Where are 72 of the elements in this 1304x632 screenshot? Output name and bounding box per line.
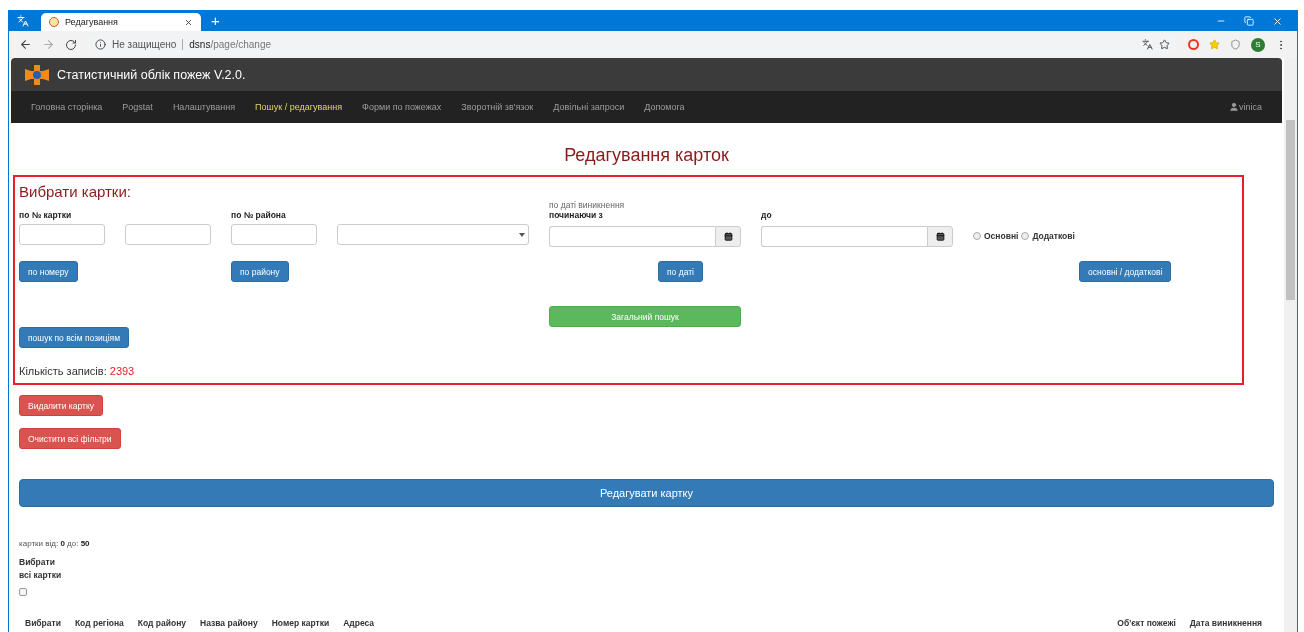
input-field[interactable] [125,224,211,245]
edit-card-button[interactable]: Редагувати картку [19,479,1274,507]
browser-tab[interactable]: Редагування [41,13,201,31]
nav-link[interactable]: Довільні запроси [553,102,625,112]
circle-icon[interactable] [1188,39,1199,50]
profile-avatar[interactable]: S [1251,37,1265,52]
translate-icon[interactable] [1142,39,1153,50]
nav-link[interactable]: Зворотній зв'язок [461,102,534,112]
user-icon [1229,102,1239,112]
delete-button[interactable]: Видалити картку [19,395,103,416]
reload-icon[interactable] [65,38,77,51]
nav-link[interactable]: Налаштування [172,102,236,112]
select-all-label: Вибрати [19,556,56,569]
column-header: Адреса [343,618,376,628]
field-label: по даті виникнення [549,200,626,210]
scrollbar[interactable] [1284,58,1297,632]
field-label: починаючи з [549,210,604,222]
restore-icon[interactable] [1244,15,1254,26]
calendar-button[interactable] [715,226,741,247]
field-label: до [761,210,773,222]
radio-label: Основні [984,230,1019,241]
clear-filters-button[interactable]: Очистити всі фільтри [19,428,121,449]
checkbox[interactable] [19,588,27,596]
star-icon[interactable] [1159,39,1170,50]
column-header: Код району [137,618,187,628]
input-field[interactable] [19,224,105,245]
favicon-icon [49,17,59,27]
by-district-button[interactable]: по району [231,261,289,282]
select-field[interactable] [337,224,529,245]
field-label: по № картки [19,210,73,222]
nav-link[interactable]: Допомога [644,102,685,112]
shield-icon[interactable] [1230,39,1241,50]
type-filter-button[interactable]: основні / додаткові [1079,261,1172,282]
radio-button[interactable] [973,231,981,240]
nav-link[interactable]: Форми по пожежах [362,102,442,112]
column-header: Об'єкт пожежі [1116,618,1176,628]
by-date-button[interactable]: по даті [658,261,703,282]
user-link[interactable]: vinica [1229,102,1262,112]
app-title: Статистичний облік пожеж V.2.0. [57,67,246,82]
field-label: по № района [231,210,287,222]
nav-link[interactable]: Головна сторінка [31,102,103,112]
column-header: Дата виникнення [1189,618,1263,628]
radio-button[interactable] [1021,231,1030,240]
cross-logo-icon [25,64,49,85]
panel-title: Вибрати картки: [19,183,132,200]
caret-icon [519,232,525,237]
calendar-icon [935,232,945,241]
date-input-field[interactable] [549,226,715,247]
select-all-label: всі картки [19,569,63,582]
new-tab-button[interactable]: + [201,12,230,31]
column-header: Вибрати [25,618,61,628]
back-icon[interactable] [19,38,32,51]
column-header: Номер картки [271,618,330,628]
count-value: 2393 [109,365,135,377]
search-all-button[interactable]: пошук по всім позиціям [19,327,130,348]
date-input-field[interactable] [761,226,927,247]
column-header: Назва району [200,618,258,628]
radio-label: Додаткові [1032,230,1075,241]
info-icon[interactable] [95,39,106,50]
forward-icon[interactable] [42,38,55,51]
count-label: Кількість записів: [19,365,107,377]
tab-close-icon[interactable] [184,17,193,27]
calendar-button[interactable] [927,226,953,247]
close-icon[interactable] [1272,15,1283,27]
range-text: картки від: 0 до: 50 [19,539,91,548]
nav-link[interactable]: Pogstat [122,102,153,112]
calendar-icon [723,232,733,241]
by-number-button[interactable]: по номеру [19,261,78,282]
page-heading: Редагування карток [563,145,730,166]
nav-link[interactable]: Пошук / редагування [255,102,343,112]
input-field[interactable] [231,224,317,245]
column-header: Код регіона [74,618,124,628]
